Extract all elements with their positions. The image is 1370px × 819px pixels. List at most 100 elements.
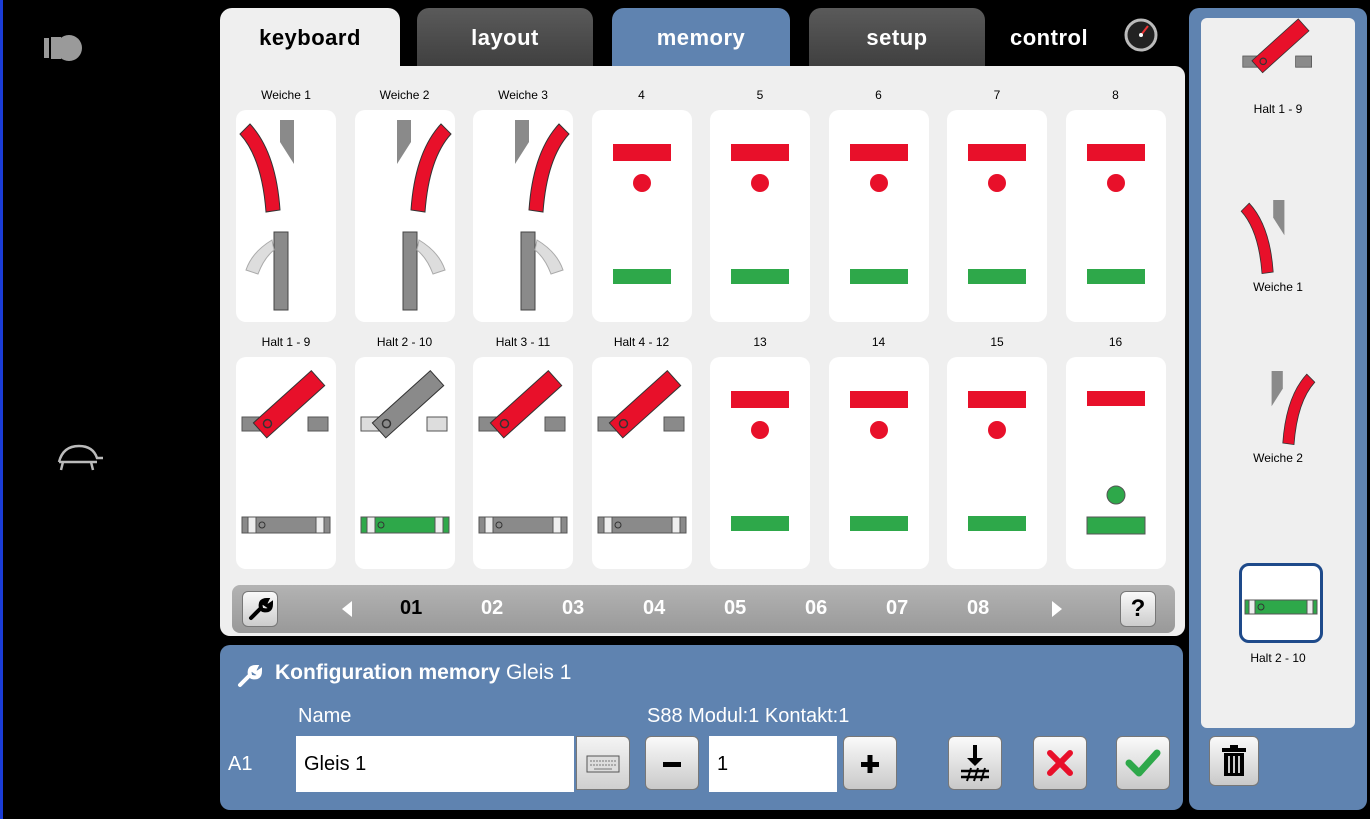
tab-bar: keyboard layout memory setup control: [220, 8, 1185, 70]
minus-icon: [663, 762, 681, 767]
key-label: Weiche 1: [261, 88, 311, 102]
uncoupler-green-icon: [360, 370, 449, 534]
key-button-halt-2-10[interactable]: [354, 357, 455, 569]
key-button-6[interactable]: [828, 110, 929, 322]
memory-item-label: Weiche 2: [1253, 451, 1303, 465]
turnout-right-icon: [515, 120, 570, 311]
uncoupler-red-icon: [241, 370, 331, 534]
key-button-13[interactable]: [710, 357, 810, 569]
keyboard-icon: [586, 755, 620, 773]
track-contact-button[interactable]: [948, 736, 1002, 790]
uncoupler-red-icon: [597, 370, 686, 534]
memory-item-label: Halt 1 - 9: [1253, 102, 1303, 116]
track-contact-icon: [961, 745, 989, 782]
keyboard-button[interactable]: [576, 736, 630, 790]
turtle-icon[interactable]: [53, 440, 105, 474]
plus-icon: [861, 755, 879, 773]
key-button-8[interactable]: [1065, 110, 1166, 322]
signal-icon: [849, 144, 908, 284]
page-04[interactable]: 04: [643, 597, 665, 620]
turnout-left-icon: [239, 120, 294, 311]
signal-icon: [968, 144, 1026, 284]
uncoupler-red-icon: [478, 370, 568, 534]
key-label: 7: [993, 88, 1001, 102]
key-button-15[interactable]: [947, 357, 1047, 569]
tab-layout[interactable]: layout: [417, 8, 593, 70]
increment-button[interactable]: [843, 736, 897, 790]
key-label: 4: [638, 88, 645, 102]
tab-keyboard[interactable]: keyboard: [220, 8, 400, 70]
tab-memory[interactable]: memory: [612, 8, 790, 70]
signal-icon: [849, 391, 908, 531]
config-panel: Konfiguration memory Gleis 1 Name S88 Mo…: [220, 645, 1183, 810]
config-title: Konfiguration memory Gleis 1: [275, 661, 571, 685]
key-button-5[interactable]: [710, 110, 810, 322]
contact-field[interactable]: 1: [709, 736, 837, 792]
confirm-button[interactable]: [1116, 736, 1170, 790]
signal-icon: [1086, 144, 1145, 284]
delete-button[interactable]: [1209, 736, 1259, 786]
name-field[interactable]: Gleis 1: [296, 736, 574, 792]
key-button-weiche-1[interactable]: [236, 110, 336, 322]
next-page-icon[interactable]: [1050, 599, 1064, 619]
tab-setup[interactable]: setup: [809, 8, 985, 70]
key-label: Weiche 2: [379, 88, 430, 102]
wrench-icon: [238, 664, 263, 687]
key-button-4[interactable]: [591, 110, 692, 322]
config-title-bold: Konfiguration memory: [275, 661, 501, 684]
name-label: Name: [298, 705, 352, 727]
key-button-halt-3-11[interactable]: [473, 357, 573, 569]
help-button[interactable]: ?: [1120, 591, 1156, 627]
key-label: 8: [1112, 88, 1119, 102]
key-button-weiche-2[interactable]: [354, 110, 455, 322]
tab-control-label: control: [1010, 25, 1089, 50]
signal-icon: [731, 391, 789, 531]
prev-page-icon[interactable]: [340, 599, 354, 619]
trash-icon: [1222, 745, 1246, 776]
key-button-halt-1-9[interactable]: [236, 357, 336, 569]
turnout-right-icon: [1271, 371, 1316, 446]
key-button-16[interactable]: [1065, 357, 1166, 569]
cancel-button[interactable]: [1033, 736, 1087, 790]
clock-icon[interactable]: [1124, 18, 1158, 52]
key-button-7[interactable]: [947, 110, 1047, 322]
uncoupler-red-icon: [1242, 18, 1312, 74]
key-label: Halt 1 - 9: [261, 335, 311, 349]
signal-icon: [731, 144, 789, 284]
keyboard-panel: Weiche 1 Weiche 2 Weiche 3 4 5 6 7 8 Halt 1 - 9…: [220, 66, 1185, 636]
key-label: 15: [990, 335, 1004, 349]
page-06[interactable]: 06: [805, 597, 827, 620]
key-label: 6: [875, 88, 882, 102]
memory-item-label: Halt 2 - 10: [1250, 651, 1306, 665]
key-button-weiche-3[interactable]: [473, 110, 573, 322]
row-label: A1: [228, 753, 253, 775]
page-03[interactable]: 03: [562, 597, 584, 620]
uncoupler-green-icon: [1244, 599, 1318, 615]
page-01[interactable]: 01: [400, 597, 422, 620]
signal-green-icon: [1086, 391, 1145, 535]
key-button-14[interactable]: [828, 357, 929, 569]
close-icon: [1047, 750, 1073, 776]
s88-label: S88 Modul:1 Kontakt:1: [647, 705, 850, 727]
page-08[interactable]: 08: [967, 597, 989, 620]
memory-item-label: Weiche 1: [1253, 280, 1303, 294]
key-label: Halt 3 - 11: [495, 335, 551, 349]
turnout-left-icon: [1240, 200, 1285, 275]
key-button-halt-4-12[interactable]: [591, 357, 692, 569]
key-label: 14: [871, 335, 886, 349]
page-05[interactable]: 05: [724, 597, 746, 620]
page-07[interactable]: 07: [886, 597, 908, 620]
wrench-button[interactable]: [242, 591, 278, 627]
memory-list: Halt 1 - 9 Weiche 1 Weiche 2 Halt 2 - 10: [1201, 18, 1355, 728]
signal-icon: [612, 144, 671, 284]
stop-icon[interactable]: [43, 34, 87, 64]
config-title-rest: Gleis 1: [500, 661, 572, 684]
key-label: 13: [753, 335, 767, 349]
tab-control[interactable]: control: [1006, 8, 1162, 70]
turnout-right-icon: [396, 120, 452, 311]
page-bar: 01 02 03 04 05 06 07 08 ?: [232, 585, 1175, 633]
key-label: Weiche 3: [498, 88, 548, 102]
page-02[interactable]: 02: [481, 597, 503, 620]
decrement-button[interactable]: [645, 736, 699, 790]
key-label: Halt 2 - 10: [376, 335, 433, 349]
